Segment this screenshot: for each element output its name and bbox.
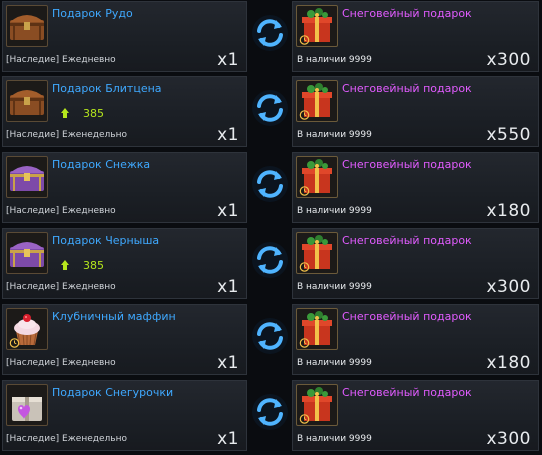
reward-name: Снеговейный подарок bbox=[342, 82, 472, 95]
give-quantity: x1 bbox=[217, 277, 239, 297]
item-name: Подарок Снегурочки bbox=[52, 386, 174, 399]
swap-arrows-icon[interactable] bbox=[250, 88, 290, 128]
reward-quantity: x300 bbox=[486, 429, 531, 449]
item-name: Подарок Рудо bbox=[52, 7, 133, 20]
give-quantity: x1 bbox=[217, 353, 239, 373]
gift-present-icon bbox=[296, 80, 338, 122]
exchange-row: Подарок Блитцена 385 [Наследие] Еженедел… bbox=[0, 75, 542, 148]
exchange-row: Клубничный маффин [Наследие] Ежедневно x… bbox=[0, 303, 542, 376]
gift-present-icon bbox=[296, 156, 338, 198]
period-label: [Наследие] Еженедельно bbox=[6, 434, 127, 444]
period-label: [Наследие] Ежедневно bbox=[6, 206, 116, 216]
exchange-list: Подарок Рудо [Наследие] Ежедневно x1 Сне… bbox=[0, 0, 542, 455]
timer-icon bbox=[299, 185, 310, 196]
gift-present-icon bbox=[296, 232, 338, 274]
give-quantity: x1 bbox=[217, 201, 239, 221]
swap-arrows-icon[interactable] bbox=[250, 316, 290, 356]
reward-quantity: x180 bbox=[486, 353, 531, 373]
give-item-panel[interactable]: Подарок Снежка [Наследие] Ежедневно x1 bbox=[2, 152, 247, 223]
gift-present-icon bbox=[296, 384, 338, 426]
item-name: Клубничный маффин bbox=[52, 310, 176, 323]
exchange-row: Подарок Снежка [Наследие] Ежедневно x1 С… bbox=[0, 151, 542, 224]
reward-name: Снеговейный подарок bbox=[342, 310, 472, 323]
stock-label: В наличии 9999 bbox=[297, 282, 372, 292]
period-label: [Наследие] Ежедневно bbox=[6, 358, 116, 368]
reward-item-panel[interactable]: Снеговейный подарок В наличии 9999 x550 bbox=[292, 76, 539, 147]
give-item-panel[interactable]: Клубничный маффин [Наследие] Ежедневно x… bbox=[2, 304, 247, 375]
swap-arrows-icon[interactable] bbox=[250, 13, 290, 53]
give-item-panel[interactable]: Подарок Снегурочки [Наследие] Еженедельн… bbox=[2, 380, 247, 451]
period-label: [Наследие] Еженедельно bbox=[6, 130, 127, 140]
stock-label: В наличии 9999 bbox=[297, 130, 372, 140]
give-quantity: x1 bbox=[217, 125, 239, 145]
requirement: 385 bbox=[59, 107, 104, 120]
reward-name: Снеговейный подарок bbox=[342, 7, 472, 20]
exchange-row: Подарок Рудо [Наследие] Ежедневно x1 Сне… bbox=[0, 0, 542, 73]
timer-icon bbox=[9, 337, 20, 348]
period-label: [Наследие] Ежедневно bbox=[6, 55, 116, 65]
exchange-row: Подарок Снегурочки [Наследие] Еженедельн… bbox=[0, 379, 542, 452]
give-item-panel[interactable]: Подарок Блитцена 385 [Наследие] Еженедел… bbox=[2, 76, 247, 147]
stock-label: В наличии 9999 bbox=[297, 434, 372, 444]
item-name: Подарок Черныша bbox=[52, 234, 160, 247]
period-label: [Наследие] Ежедневно bbox=[6, 282, 116, 292]
swap-arrows-icon[interactable] bbox=[250, 240, 290, 280]
timer-icon bbox=[299, 337, 310, 348]
item-name: Подарок Блитцена bbox=[52, 82, 162, 95]
timer-icon bbox=[299, 109, 310, 120]
give-item-panel[interactable]: Подарок Рудо [Наследие] Ежедневно x1 bbox=[2, 1, 247, 72]
chest-purple-icon bbox=[6, 232, 48, 274]
stock-label: В наличии 9999 bbox=[297, 55, 372, 65]
timer-icon bbox=[299, 413, 310, 424]
swap-arrows-icon[interactable] bbox=[250, 164, 290, 204]
gift-present-icon bbox=[296, 5, 338, 47]
stock-label: В наличии 9999 bbox=[297, 358, 372, 368]
muffin-icon bbox=[6, 308, 48, 350]
timer-icon bbox=[299, 261, 310, 272]
chest-brown-icon bbox=[6, 80, 48, 122]
give-item-panel[interactable]: Подарок Черныша 385 [Наследие] Ежедневно… bbox=[2, 228, 247, 299]
gift-box-heart-icon bbox=[6, 384, 48, 426]
leaf-icon bbox=[59, 259, 71, 271]
reward-item-panel[interactable]: Снеговейный подарок В наличии 9999 x300 bbox=[292, 380, 539, 451]
reward-item-panel[interactable]: Снеговейный подарок В наличии 9999 x180 bbox=[292, 152, 539, 223]
give-quantity: x1 bbox=[217, 50, 239, 70]
reward-quantity: x180 bbox=[486, 201, 531, 221]
requirement: 385 bbox=[59, 259, 104, 272]
leaf-icon bbox=[59, 107, 71, 119]
reward-name: Снеговейный подарок bbox=[342, 158, 472, 171]
reward-quantity: x300 bbox=[486, 277, 531, 297]
reward-quantity: x300 bbox=[486, 50, 531, 70]
swap-arrows-icon[interactable] bbox=[250, 392, 290, 432]
reward-item-panel[interactable]: Снеговейный подарок В наличии 9999 x300 bbox=[292, 228, 539, 299]
reward-name: Снеговейный подарок bbox=[342, 386, 472, 399]
exchange-row: Подарок Черныша 385 [Наследие] Ежедневно… bbox=[0, 227, 542, 300]
requirement-value: 385 bbox=[83, 107, 104, 120]
requirement-value: 385 bbox=[83, 259, 104, 272]
chest-brown-icon bbox=[6, 5, 48, 47]
reward-name: Снеговейный подарок bbox=[342, 234, 472, 247]
timer-icon bbox=[299, 34, 310, 45]
reward-item-panel[interactable]: Снеговейный подарок В наличии 9999 x300 bbox=[292, 1, 539, 72]
item-name: Подарок Снежка bbox=[52, 158, 151, 171]
stock-label: В наличии 9999 bbox=[297, 206, 372, 216]
reward-item-panel[interactable]: Снеговейный подарок В наличии 9999 x180 bbox=[292, 304, 539, 375]
reward-quantity: x550 bbox=[486, 125, 531, 145]
gift-present-icon bbox=[296, 308, 338, 350]
chest-purple-icon bbox=[6, 156, 48, 198]
give-quantity: x1 bbox=[217, 429, 239, 449]
